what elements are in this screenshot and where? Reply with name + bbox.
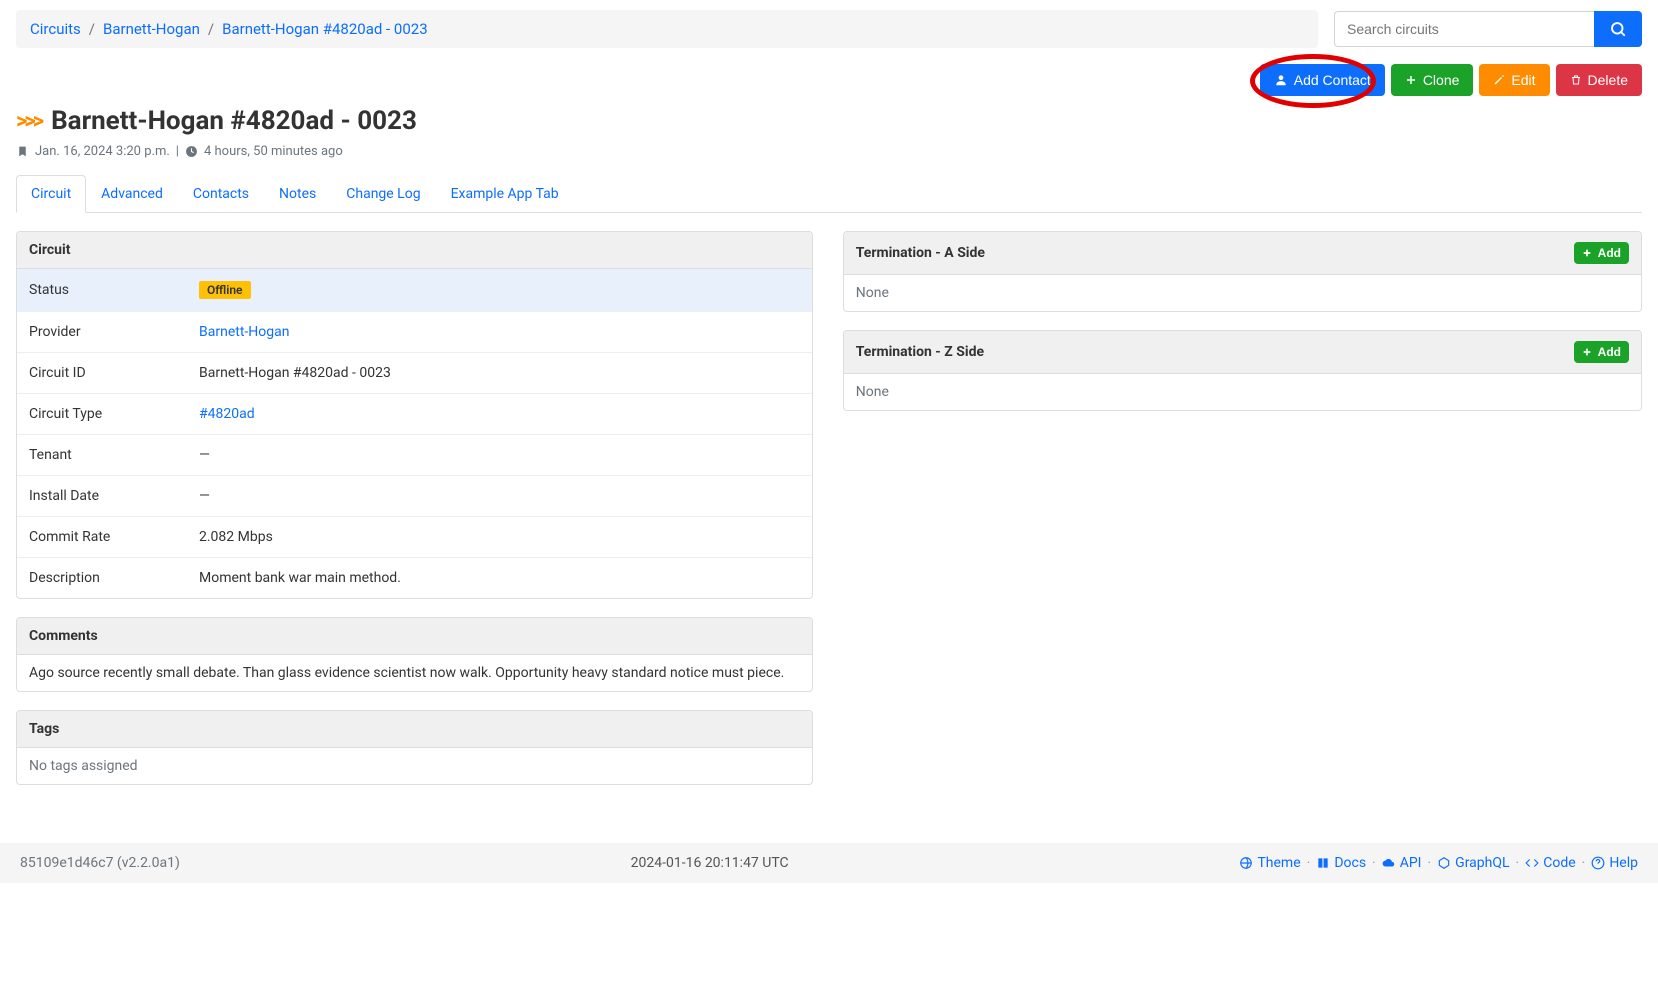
edit-button[interactable]: Edit xyxy=(1479,64,1549,96)
tab-notes[interactable]: Notes xyxy=(264,175,331,213)
comments-panel-header: Comments xyxy=(17,618,812,655)
edit-label: Edit xyxy=(1511,72,1535,88)
tags-panel: Tags No tags assigned xyxy=(16,710,813,785)
clock-icon xyxy=(185,145,198,158)
trash-icon xyxy=(1570,74,1582,86)
termination-z-panel: Termination - Z Side Add None xyxy=(843,330,1642,411)
table-row: Commit Rate 2.082 Mbps xyxy=(17,517,812,558)
circuit-panel-header: Circuit xyxy=(17,232,812,269)
breadcrumb-sep: / xyxy=(208,20,214,38)
footer-help-link[interactable]: Help xyxy=(1591,855,1638,871)
add-label: Add xyxy=(1598,246,1621,260)
termination-z-body: None xyxy=(844,374,1641,410)
footer-docs-link[interactable]: Docs xyxy=(1316,855,1366,871)
footer-api-link[interactable]: API xyxy=(1382,855,1422,871)
clone-label: Clone xyxy=(1423,72,1460,88)
chevrons-icon: >>> xyxy=(16,109,41,134)
table-row: Tenant — xyxy=(17,435,812,476)
breadcrumb-sep: / xyxy=(89,20,95,38)
commit-value: 2.082 Mbps xyxy=(187,517,812,558)
termination-z-add-button[interactable]: Add xyxy=(1574,341,1629,363)
provider-label: Provider xyxy=(17,312,187,353)
install-value: — xyxy=(187,476,812,517)
status-badge: Offline xyxy=(199,281,251,299)
cid-label: Circuit ID xyxy=(17,353,187,394)
tab-example-app[interactable]: Example App Tab xyxy=(436,175,574,213)
action-buttons: Add Contact Clone Edit Delete xyxy=(16,64,1642,96)
table-row: Provider Barnett-Hogan xyxy=(17,312,812,353)
footer-code-link[interactable]: Code xyxy=(1525,855,1575,871)
created-date: Jan. 16, 2024 3:20 p.m. xyxy=(35,144,170,159)
circuit-panel: Circuit Status Offline Provider Barnett-… xyxy=(16,231,813,599)
footer-timestamp: 2024-01-16 20:11:47 UTC xyxy=(631,855,789,871)
tab-contacts[interactable]: Contacts xyxy=(178,175,264,213)
provider-link[interactable]: Barnett-Hogan xyxy=(199,324,289,340)
delete-button[interactable]: Delete xyxy=(1556,64,1642,96)
tab-advanced[interactable]: Advanced xyxy=(86,175,178,213)
graphql-icon xyxy=(1437,856,1451,870)
type-link[interactable]: #4820ad xyxy=(199,406,255,422)
footer-graphql-link[interactable]: GraphQL xyxy=(1437,855,1509,871)
meta-row: Jan. 16, 2024 3:20 p.m. | 4 hours, 50 mi… xyxy=(16,144,1642,159)
comments-body: Ago source recently small debate. Than g… xyxy=(17,655,812,691)
termination-z-title: Termination - Z Side xyxy=(856,344,984,360)
cid-value: Barnett-Hogan #4820ad - 0023 xyxy=(187,353,812,394)
cloud-icon xyxy=(1382,856,1396,870)
footer: 85109e1d46c7 (v2.2.0a1) 2024-01-16 20:11… xyxy=(0,843,1658,883)
desc-label: Description xyxy=(17,558,187,599)
tags-panel-header: Tags xyxy=(17,711,812,748)
updated-ago: 4 hours, 50 minutes ago xyxy=(204,144,343,159)
person-icon xyxy=(1274,73,1288,87)
pencil-icon xyxy=(1493,74,1505,86)
theme-icon xyxy=(1239,856,1253,870)
tabs: Circuit Advanced Contacts Notes Change L… xyxy=(16,175,1642,213)
termination-a-body: None xyxy=(844,275,1641,311)
code-icon xyxy=(1525,856,1539,870)
plus-icon xyxy=(1582,347,1592,357)
install-label: Install Date xyxy=(17,476,187,517)
meta-sep: | xyxy=(176,144,179,159)
tenant-value: — xyxy=(187,435,812,476)
termination-a-panel: Termination - A Side Add None xyxy=(843,231,1642,312)
search-icon xyxy=(1609,20,1627,38)
clone-button[interactable]: Clone xyxy=(1391,64,1474,96)
termination-a-add-button[interactable]: Add xyxy=(1574,242,1629,264)
desc-value: Moment bank war main method. xyxy=(187,558,812,599)
tags-body: No tags assigned xyxy=(17,748,812,784)
tab-change-log[interactable]: Change Log xyxy=(331,175,435,213)
tab-circuit[interactable]: Circuit xyxy=(16,175,86,213)
book-icon xyxy=(1316,856,1330,870)
table-row: Install Date — xyxy=(17,476,812,517)
breadcrumb-circuits[interactable]: Circuits xyxy=(30,20,81,38)
delete-label: Delete xyxy=(1588,72,1628,88)
add-contact-button[interactable]: Add Contact xyxy=(1260,64,1385,96)
help-icon xyxy=(1591,856,1605,870)
breadcrumb: Circuits / Barnett-Hogan / Barnett-Hogan… xyxy=(16,10,1318,48)
breadcrumb-current[interactable]: Barnett-Hogan #4820ad - 0023 xyxy=(222,20,428,38)
table-row: Circuit Type #4820ad xyxy=(17,394,812,435)
comments-panel: Comments Ago source recently small debat… xyxy=(16,617,813,692)
search-button[interactable] xyxy=(1594,11,1642,47)
table-row: Description Moment bank war main method. xyxy=(17,558,812,599)
search-input[interactable] xyxy=(1334,11,1594,47)
footer-theme-link[interactable]: Theme xyxy=(1239,855,1300,871)
page-title: Barnett-Hogan #4820ad - 0023 xyxy=(51,106,417,136)
termination-a-title: Termination - A Side xyxy=(856,245,985,261)
tenant-label: Tenant xyxy=(17,435,187,476)
commit-label: Commit Rate xyxy=(17,517,187,558)
type-label: Circuit Type xyxy=(17,394,187,435)
status-label: Status xyxy=(17,269,187,312)
plus-icon xyxy=(1582,248,1592,258)
plus-icon xyxy=(1405,74,1417,86)
breadcrumb-provider[interactable]: Barnett-Hogan xyxy=(103,20,200,38)
table-row: Status Offline xyxy=(17,269,812,312)
footer-version: 85109e1d46c7 (v2.2.0a1) xyxy=(20,855,180,871)
bookmark-icon xyxy=(16,145,29,158)
table-row: Circuit ID Barnett-Hogan #4820ad - 0023 xyxy=(17,353,812,394)
add-contact-label: Add Contact xyxy=(1294,72,1371,88)
add-label: Add xyxy=(1598,345,1621,359)
